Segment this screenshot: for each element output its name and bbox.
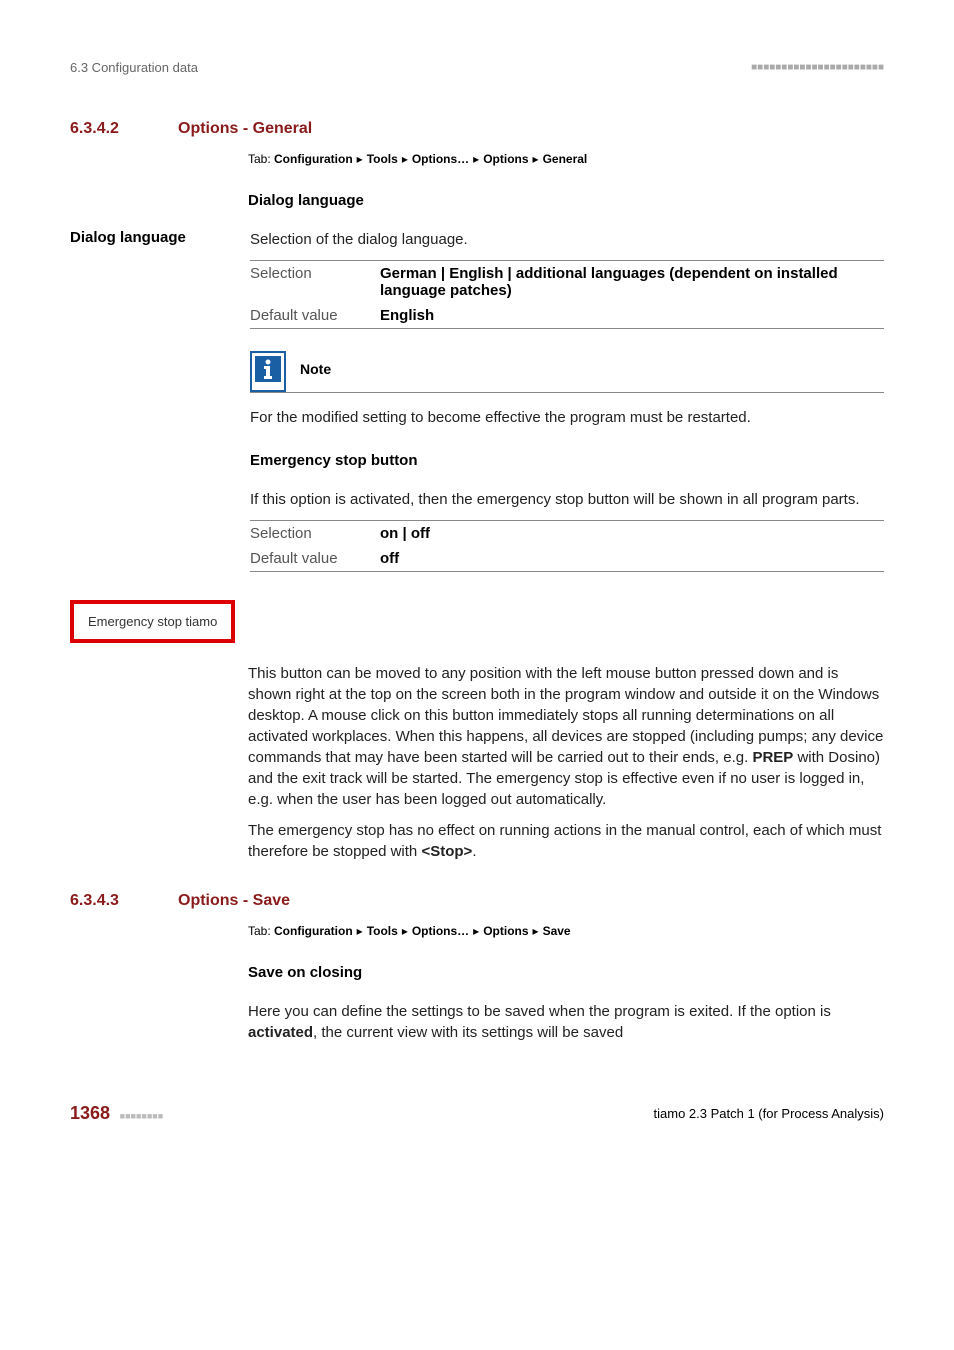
emergency-stop-paragraph-1: This button can be moved to any position…: [248, 663, 884, 810]
dialog-language-table: Selection German | English | additional …: [250, 260, 884, 329]
tab-path-general: Tab: Configuration▸Tools▸Options…▸Option…: [248, 152, 884, 166]
section-title: Options - Save: [178, 892, 290, 910]
table-row: Selection on | off: [250, 521, 884, 547]
save-on-closing-desc: Here you can define the settings to be s…: [248, 1001, 884, 1043]
info-icon: [250, 351, 286, 392]
page-number: 1368: [70, 1103, 110, 1123]
page-footer: 1368 ■■■■■■■■ tiamo 2.3 Patch 1 (for Pro…: [70, 1103, 884, 1124]
dialog-language-desc: Selection of the dialog language.: [250, 229, 884, 250]
table-row: Selection German | English | additional …: [250, 261, 884, 304]
section-title: Options - General: [178, 120, 312, 138]
table-row: Default value English: [250, 303, 884, 329]
emergency-stop-heading: Emergency stop button: [250, 452, 884, 469]
section-heading-save: 6.3.4.3 Options - Save: [70, 892, 884, 910]
note-title: Note: [300, 361, 331, 383]
tab-path-save: Tab: Configuration▸Tools▸Options…▸Option…: [248, 924, 884, 938]
breadcrumb: 6.3 Configuration data: [70, 60, 198, 75]
footer-dots-icon: ■■■■■■■■: [120, 1111, 164, 1121]
header-dots-icon: ■■■■■■■■■■■■■■■■■■■■■■: [751, 62, 884, 73]
page-header: 6.3 Configuration data ■■■■■■■■■■■■■■■■■…: [70, 60, 884, 75]
section-number: 6.3.4.2: [70, 120, 150, 138]
emergency-stop-desc: If this option is activated, then the em…: [250, 489, 884, 510]
dialog-language-heading: Dialog language: [248, 192, 884, 209]
emergency-stop-paragraph-2: The emergency stop has no effect on runn…: [248, 820, 884, 862]
note-box: Note For the modified setting to become …: [250, 351, 884, 428]
footer-right: tiamo 2.3 Patch 1 (for Process Analysis): [654, 1106, 884, 1121]
emergency-stop-button[interactable]: Emergency stop tiamo: [70, 600, 235, 643]
section-heading-general: 6.3.4.2 Options - General: [70, 120, 884, 138]
dialog-language-label: Dialog language: [70, 229, 210, 246]
section-number: 6.3.4.3: [70, 892, 150, 910]
table-row: Default value off: [250, 546, 884, 572]
emergency-stop-table: Selection on | off Default value off: [250, 520, 884, 572]
note-body: For the modified setting to become effec…: [250, 407, 884, 428]
save-on-closing-heading: Save on closing: [248, 964, 884, 981]
